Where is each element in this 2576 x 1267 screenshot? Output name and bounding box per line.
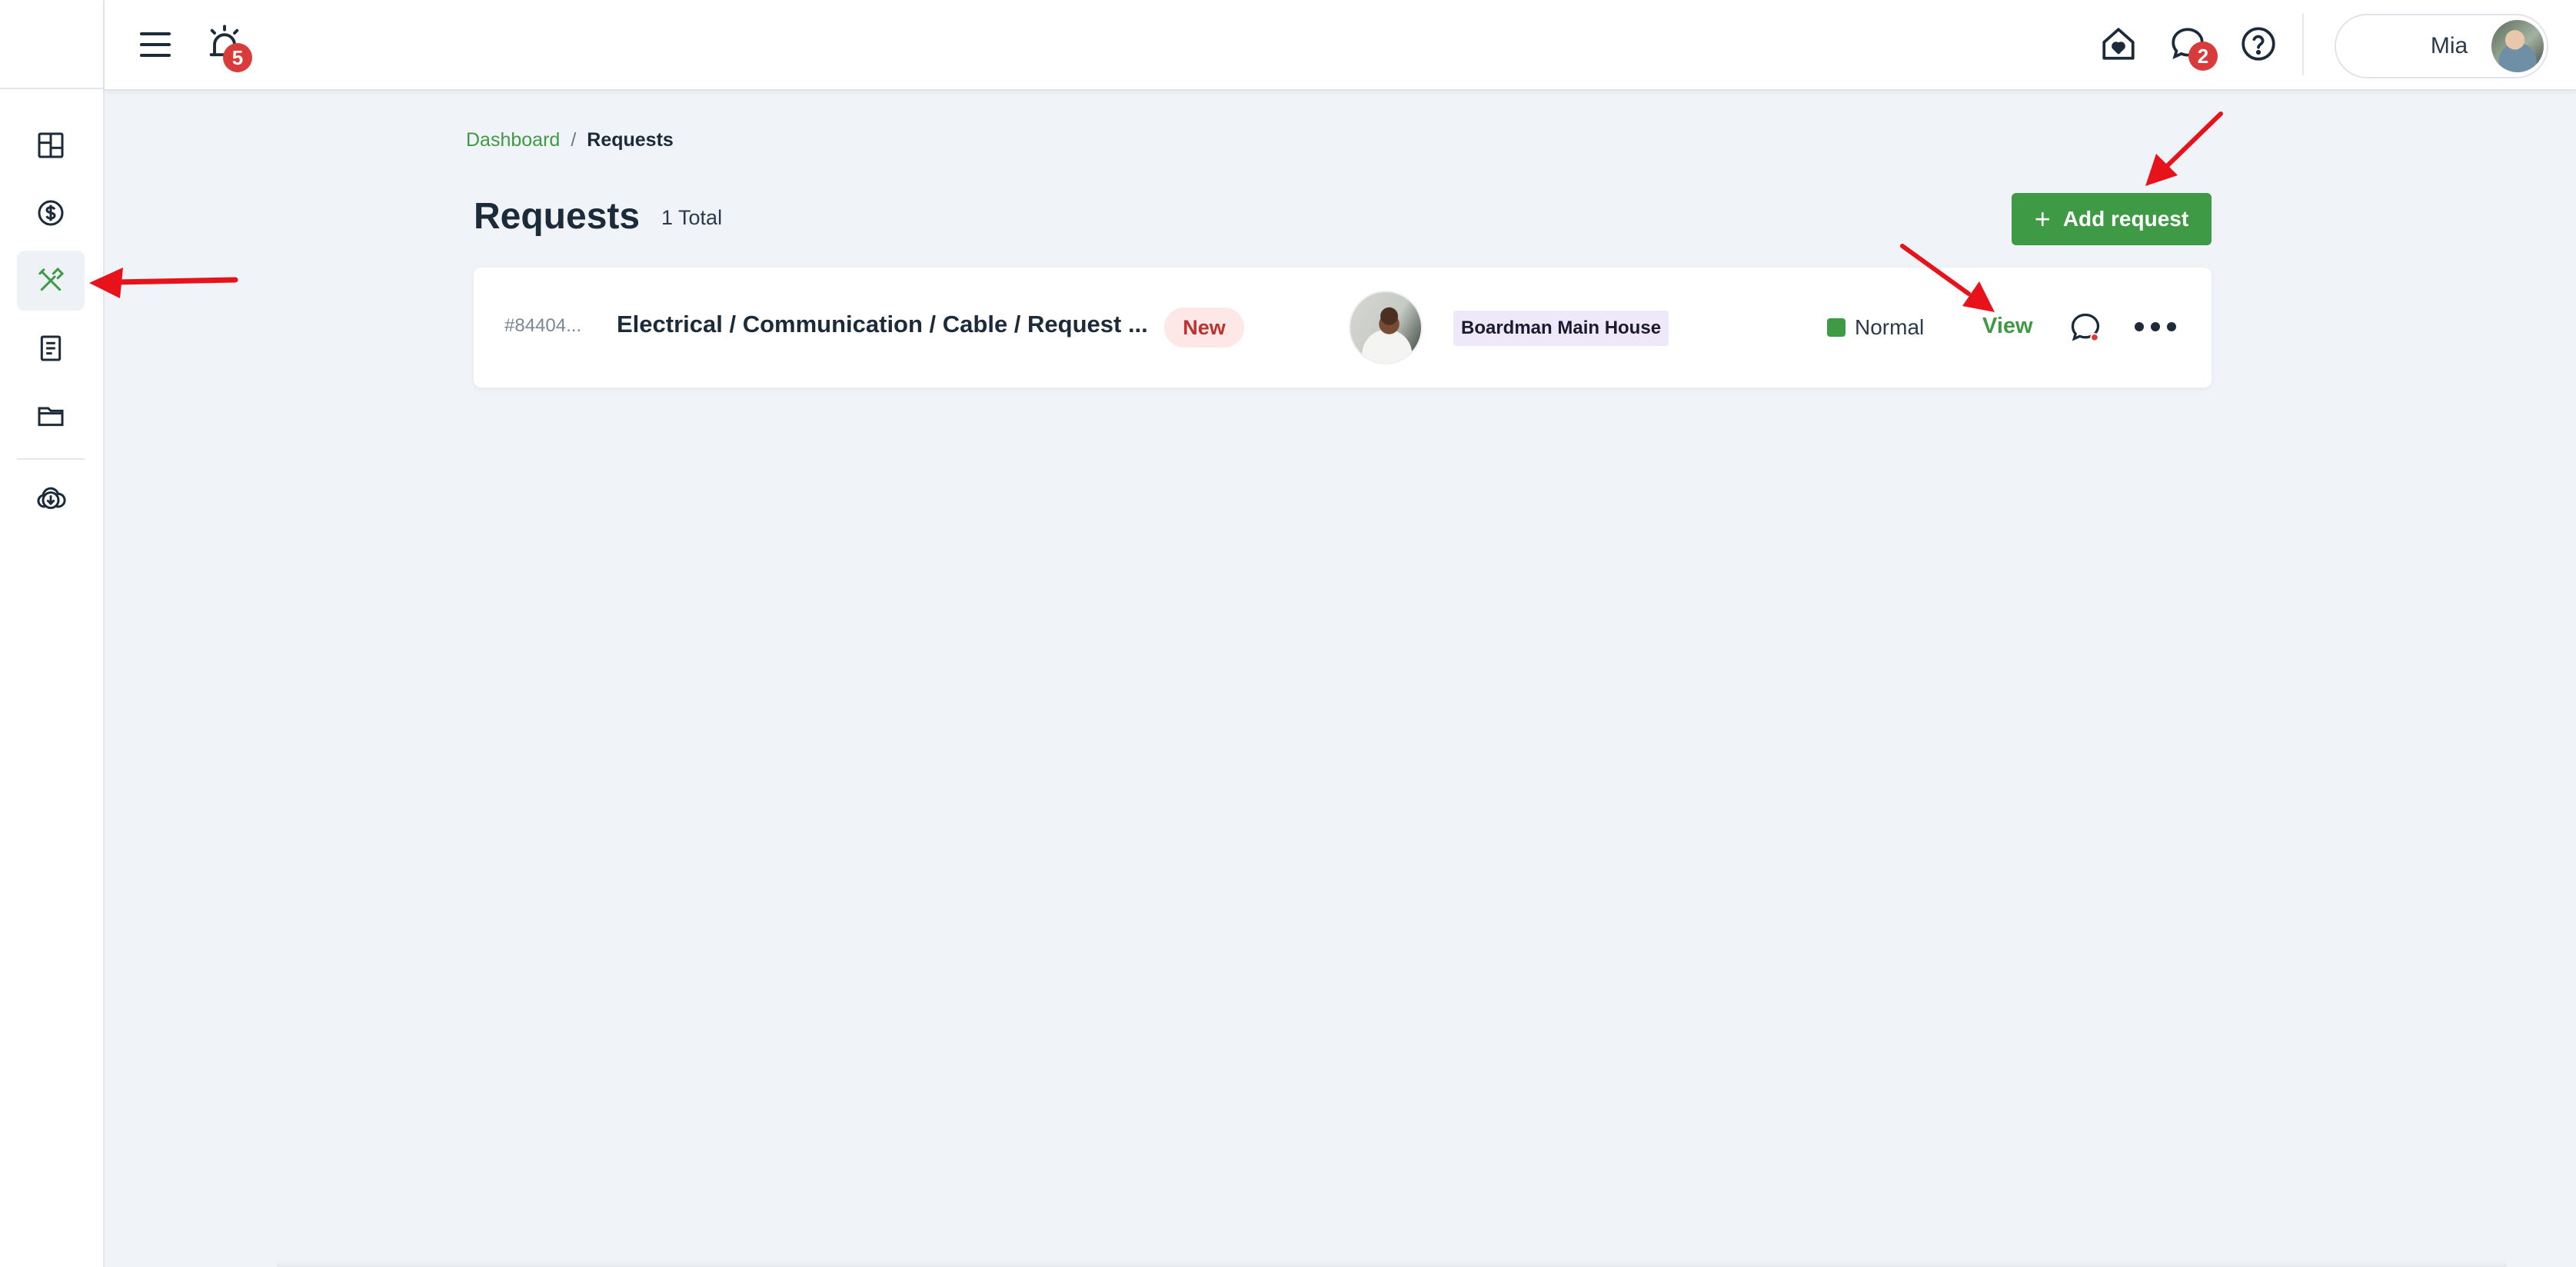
user-avatar (2491, 20, 2544, 72)
priority-label: Normal (1855, 315, 1925, 339)
document-icon (40, 335, 62, 361)
messages-button[interactable]: 2 (2168, 25, 2218, 71)
add-request-button[interactable]: + Add request (2012, 193, 2212, 245)
tools-icon (38, 267, 65, 291)
sidebar-item-reports[interactable] (17, 318, 85, 378)
assignee-avatar (1349, 291, 1423, 364)
priority-color-square (1827, 318, 1845, 337)
sidebar-item-maintenance[interactable] (17, 251, 85, 311)
add-request-label: Add request (2062, 207, 2189, 231)
more-dot-icon (2151, 322, 2160, 331)
property-tag[interactable]: Boardman Main House (1453, 311, 1669, 346)
breadcrumb-current: Requests (587, 129, 674, 151)
request-chat-button[interactable] (2068, 311, 2102, 344)
folder-icon (38, 407, 64, 427)
more-options-button[interactable] (2135, 315, 2176, 338)
top-bar: 5 2 Mia (105, 0, 2576, 91)
menu-button[interactable] (137, 26, 174, 63)
request-row[interactable]: #84404... Electrical / Communication / C… (474, 268, 2212, 387)
sidebar-item-dashboard[interactable] (17, 115, 85, 175)
alarms-button[interactable]: 5 (205, 23, 252, 72)
home-button[interactable] (2099, 25, 2138, 63)
annotation-arrow-sidebar (89, 268, 238, 298)
sidebar-logo-area (0, 0, 103, 89)
user-name: Mia (2430, 33, 2468, 58)
request-id: #84404... (504, 315, 582, 336)
status-badge: New (1164, 308, 1244, 348)
messages-count-badge: 2 (2188, 42, 2218, 71)
sidebar-item-downloads[interactable] (17, 469, 85, 529)
request-title[interactable]: Electrical / Communication / Cable / Req… (617, 311, 1148, 338)
plus-icon: + (2034, 203, 2051, 234)
annotation-arrow-add-request (2145, 111, 2223, 186)
topbar-divider (2302, 14, 2304, 75)
sidebar (0, 0, 105, 1267)
sidebar-divider (17, 458, 85, 460)
help-button[interactable] (2239, 25, 2278, 63)
bottom-edge-shadow (277, 1261, 2507, 1267)
home-heart-icon (2102, 28, 2135, 60)
chat-bubble-unread-icon (2071, 313, 2100, 342)
more-dot-icon (2135, 322, 2144, 331)
dashboard-grid-icon (38, 132, 64, 158)
alarm-count-badge: 5 (223, 43, 252, 72)
total-count: 1 Total (661, 206, 723, 229)
more-dot-icon (2167, 322, 2176, 331)
breadcrumb-separator: / (571, 129, 577, 151)
breadcrumb: Dashboard / Requests (466, 129, 674, 151)
cloud-download-icon (37, 487, 66, 510)
dollar-circle-icon (38, 200, 64, 226)
view-request-link[interactable]: View (1982, 314, 2033, 339)
breadcrumb-dashboard-link[interactable]: Dashboard (466, 129, 560, 151)
sidebar-item-accounting[interactable] (17, 183, 85, 243)
annotation-overlay (89, 111, 2223, 312)
hamburger-menu-icon (140, 32, 171, 57)
sidebar-item-files[interactable] (17, 386, 85, 446)
user-menu[interactable]: Mia (2335, 14, 2548, 78)
help-circle-icon (2242, 27, 2275, 61)
priority-indicator: Normal (1827, 315, 1924, 340)
page-title: Requests (474, 196, 641, 237)
